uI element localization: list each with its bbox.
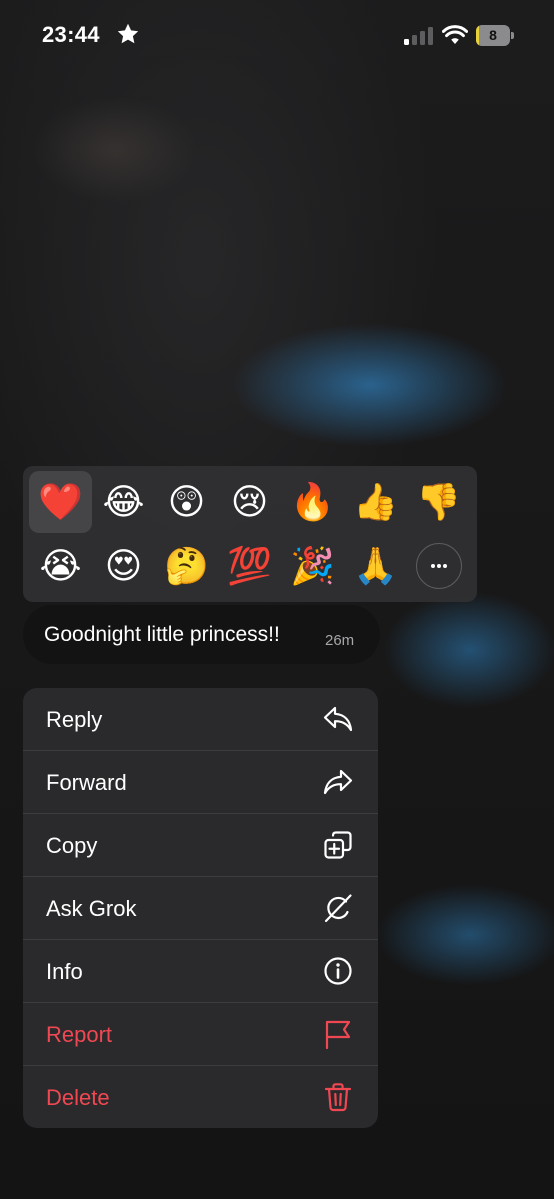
menu-item-label: Report bbox=[46, 1022, 113, 1047]
menu-item-label: Info bbox=[46, 959, 83, 984]
copy-icon bbox=[324, 831, 352, 859]
forward-icon bbox=[323, 769, 353, 795]
menu-item-reply[interactable]: Reply bbox=[23, 688, 378, 751]
message-timestamp: 26m bbox=[325, 632, 355, 649]
reaction-thumbs-down[interactable]: 👎 bbox=[407, 471, 470, 533]
trash-icon bbox=[324, 1083, 352, 1112]
reaction-heart[interactable]: ❤️ bbox=[29, 471, 92, 533]
reactions-panel: ❤️ 😂 😲 😢 🔥 👍 👎 😭 😍 🤔 💯 🎉 🙏 bbox=[23, 466, 477, 602]
menu-item-ask-grok[interactable]: Ask Grok bbox=[23, 877, 378, 940]
reaction-grid: ❤️ 😂 😲 😢 🔥 👍 👎 😭 😍 🤔 💯 🎉 🙏 bbox=[29, 471, 477, 597]
status-time: 23:44 bbox=[42, 22, 100, 47]
more-reactions-button[interactable] bbox=[407, 535, 470, 597]
reply-icon bbox=[323, 706, 353, 732]
cellular-signal-icon bbox=[404, 27, 433, 45]
flag-icon bbox=[325, 1020, 351, 1050]
reaction-heart-eyes[interactable]: 😍 bbox=[92, 535, 155, 597]
menu-item-copy[interactable]: Copy bbox=[23, 814, 378, 877]
message-context-menu: Reply Forward Copy Ask Grok Info Report … bbox=[23, 688, 378, 1128]
menu-item-report[interactable]: Report bbox=[23, 1003, 378, 1066]
menu-item-label: Forward bbox=[46, 770, 127, 795]
reaction-crying[interactable]: 😢 bbox=[218, 471, 281, 533]
message-text: Goodnight little princess!! bbox=[44, 623, 280, 646]
battery-body: 8 bbox=[476, 25, 510, 46]
battery-icon: 8 bbox=[476, 25, 514, 46]
reaction-thumbs-up[interactable]: 👍 bbox=[344, 471, 407, 533]
reaction-laughing[interactable]: 😂 bbox=[92, 471, 155, 533]
reaction-folded-hands[interactable]: 🙏 bbox=[344, 535, 407, 597]
reaction-party-popper[interactable]: 🎉 bbox=[281, 535, 344, 597]
menu-item-info[interactable]: Info bbox=[23, 940, 378, 1003]
menu-item-label: Ask Grok bbox=[46, 896, 137, 921]
grok-icon bbox=[324, 894, 352, 923]
star-icon bbox=[117, 23, 139, 44]
menu-item-label: Delete bbox=[46, 1085, 110, 1110]
more-reactions-circle[interactable] bbox=[415, 543, 462, 589]
menu-item-label: Reply bbox=[46, 707, 103, 732]
reaction-sobbing[interactable]: 😭 bbox=[29, 535, 92, 597]
battery-cap bbox=[511, 32, 514, 39]
battery-level: 8 bbox=[489, 27, 497, 43]
menu-item-label: Copy bbox=[46, 833, 98, 858]
ellipsis-icon bbox=[430, 564, 447, 568]
wifi-icon bbox=[442, 25, 468, 44]
reaction-hundred[interactable]: 💯 bbox=[218, 535, 281, 597]
reaction-thinking[interactable]: 🤔 bbox=[155, 535, 218, 597]
reaction-surprised[interactable]: 😲 bbox=[155, 471, 218, 533]
status-bar: 23:44 8 bbox=[0, 0, 554, 72]
menu-item-forward[interactable]: Forward bbox=[23, 751, 378, 814]
reaction-fire[interactable]: 🔥 bbox=[281, 471, 344, 533]
menu-item-delete[interactable]: Delete bbox=[23, 1066, 378, 1128]
message-bubble: Goodnight little princess!! 26m bbox=[23, 605, 380, 664]
info-icon bbox=[324, 957, 352, 985]
